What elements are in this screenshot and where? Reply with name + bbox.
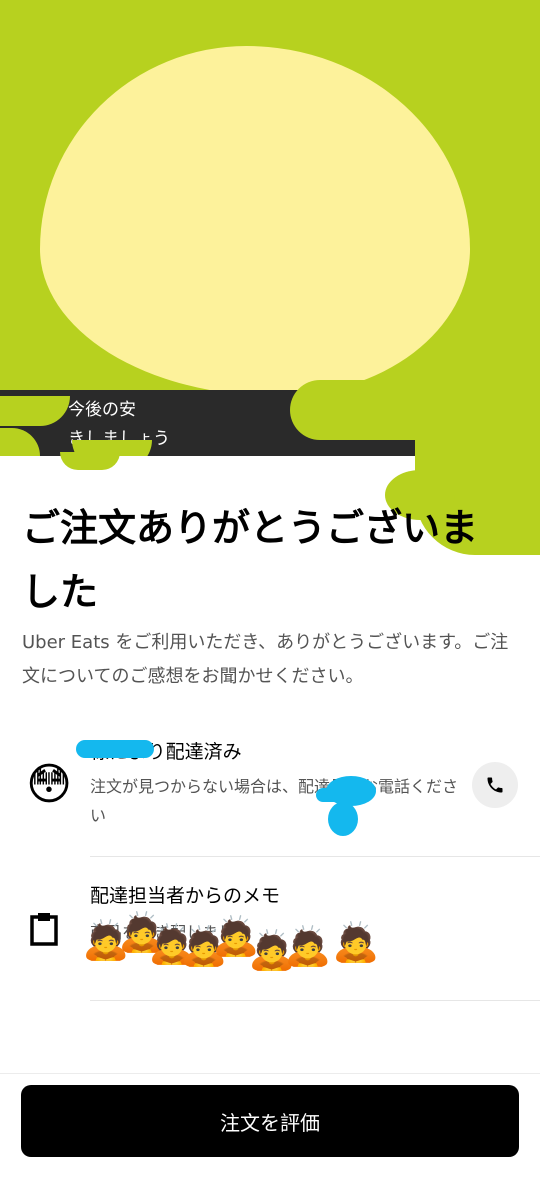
rate-order-button[interactable]: 注文を評価 [21, 1085, 519, 1157]
paint-drip [290, 380, 540, 440]
footer-separator [0, 1073, 540, 1074]
paint-drip [60, 452, 120, 470]
hero-blob [40, 46, 470, 396]
hero-caption-line1: 今後の安 [68, 400, 136, 420]
phone-icon [487, 777, 503, 793]
page-subtitle: Uber Eats をご利用いただき、ありがとうございます。ご注文についてのご感… [22, 632, 509, 687]
bowing-emoji-overlay: 🙇 🙇 🙇 🙇 🙇 🙇 🙇 🙇 [82, 912, 402, 982]
flushed-face-emoji: 😳 [26, 759, 72, 810]
page-title: ご注文ありがとうございました [22, 506, 479, 614]
call-button[interactable] [472, 762, 518, 808]
hero-banner: 今後の安 きしましょう [0, 0, 540, 456]
redaction-scribble [316, 788, 346, 802]
clipboard-icon [30, 913, 58, 946]
divider [90, 856, 540, 857]
redaction-scribble [328, 802, 358, 836]
memo-title: 配達担当者からのメモ [90, 885, 281, 907]
bowing-person-emoji: 🙇 [332, 920, 380, 964]
bowing-person-emoji: 🙇 [284, 924, 332, 968]
divider [90, 1000, 540, 1001]
delivery-status-description: 注文が見つからない場合は、配達員にお電話ください [90, 777, 459, 825]
redaction-scribble [76, 740, 154, 758]
